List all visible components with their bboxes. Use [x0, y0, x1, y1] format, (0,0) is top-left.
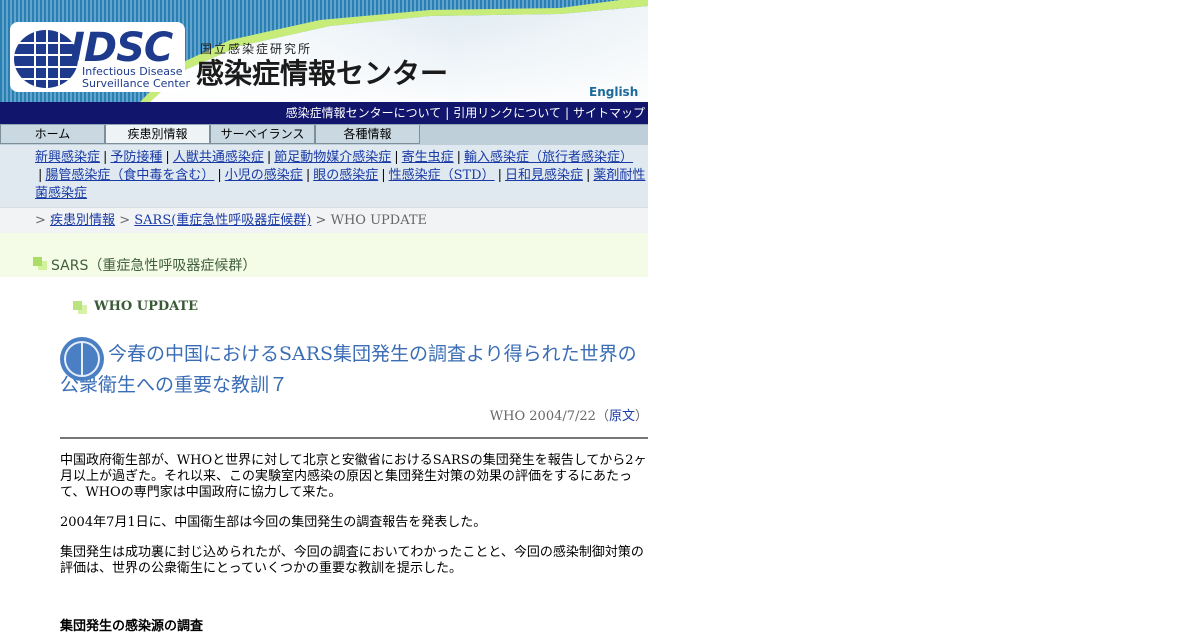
- paren-close: ）: [634, 409, 648, 424]
- category-separator: |: [165, 150, 170, 165]
- category-links: 新興感染症 | 予防接種 | 人獣共通感染症 | 節足動物媒介感染症 | 寄生虫症 | 輸入感染症（…: [0, 145, 648, 207]
- category-separator: |: [38, 168, 43, 183]
- paren-open: （: [595, 409, 609, 424]
- tab-surveillance[interactable]: サーベイランス: [210, 125, 315, 144]
- category-separator: |: [394, 150, 399, 165]
- section-bullet-icon: [33, 257, 42, 266]
- category-separator: |: [586, 168, 591, 183]
- top-link-about[interactable]: 感染症情報センターについて: [286, 106, 442, 120]
- category-link[interactable]: 人獣共通感染症: [173, 150, 264, 165]
- article-paragraph: 中国政府衛生部が、WHOと世界に対して北京と安徽省におけるSARSの集団発生を報…: [60, 453, 647, 500]
- category-link[interactable]: 節足動物媒介感染症: [274, 150, 391, 165]
- breadcrumb-separator: >: [119, 213, 131, 228]
- category-link[interactable]: 予防接種: [110, 150, 162, 165]
- original-text-link[interactable]: 原文: [609, 409, 635, 424]
- article-source: WHO 2004/7/22: [489, 409, 596, 424]
- english-link[interactable]: English: [589, 85, 638, 99]
- category-separator: |: [217, 168, 222, 183]
- article-heading: 集団発生の感染源の調査: [60, 619, 204, 634]
- category-separator: |: [266, 150, 272, 165]
- tab-disease-info[interactable]: 疾患別情報: [105, 125, 210, 144]
- breadcrumb: > 疾患別情報 > SARS(重症急性呼吸器症候群) > WHO UPDATE: [0, 207, 648, 233]
- article-body: 中国政府衛生部が、WHOと世界に対して北京と安徽省におけるSARSの集団発生を報…: [60, 453, 648, 635]
- subsection-header: WHO UPDATE: [0, 277, 648, 337]
- article-paragraph: 2004年7月1日に、中国衛生部は今回の集団発生の調査報告を発表した。: [60, 515, 487, 530]
- tab-home[interactable]: ホーム: [0, 125, 105, 144]
- logo-text[interactable]: IDSC: [70, 28, 173, 68]
- article-paragraph: 集団発生は成功裏に封じ込められたが、今回の調査においてわかったことと、今回の感染…: [60, 545, 644, 576]
- breadcrumb-link-sars[interactable]: SARS(重症急性呼吸器症候群): [134, 213, 311, 228]
- tab-various-info[interactable]: 各種情報: [315, 125, 420, 144]
- breadcrumb-current: WHO UPDATE: [330, 213, 428, 228]
- who-emblem-icon: [60, 337, 104, 381]
- category-separator: |: [497, 168, 502, 183]
- top-link-separator: |: [445, 106, 450, 120]
- category-link[interactable]: 眼の感染症: [313, 168, 378, 183]
- category-link[interactable]: 日和見感染症: [505, 168, 583, 183]
- category-link[interactable]: 寄生虫症: [402, 150, 454, 165]
- category-separator: |: [305, 168, 311, 183]
- subsection-bullet-icon: [73, 301, 82, 310]
- page: IDSC Infectious Disease Surveillance Cen…: [0, 0, 648, 635]
- subsection-title: WHO UPDATE: [94, 299, 199, 314]
- category-separator: |: [103, 150, 108, 165]
- center-name: 感染症情報センター: [196, 57, 449, 90]
- section-title: SARS（重症急性呼吸器症候群）: [51, 258, 257, 274]
- category-link[interactable]: 腸管感染症（食中毒を含む）: [45, 168, 214, 183]
- breadcrumb-link-disease-info[interactable]: 疾患別情報: [50, 213, 115, 228]
- top-link-sitemap[interactable]: サイトマップ: [573, 106, 648, 120]
- category-link[interactable]: 新興感染症: [35, 150, 100, 165]
- top-link-bar: 感染症情報センターについて | 引用リンクについて | サイトマップ: [0, 102, 648, 124]
- category-link[interactable]: 輸入感染症（旅行者感染症）: [464, 150, 633, 165]
- top-link-citation[interactable]: 引用リンクについて: [453, 106, 561, 120]
- breadcrumb-separator: >: [315, 213, 327, 228]
- divider: [60, 437, 648, 439]
- category-separator: |: [456, 150, 462, 165]
- main-tabs: ホーム 疾患別情報 サーベイランス 各種情報: [0, 124, 648, 145]
- article-dateline: WHO 2004/7/22（原文）: [60, 405, 648, 424]
- breadcrumb-separator: >: [35, 213, 46, 228]
- article-title: 今春の中国におけるSARS集団発生の調査より得られた世界の公衆衛生への重要な教訓…: [60, 343, 637, 396]
- logo-subtitle: Infectious Disease Surveillance Center: [82, 66, 190, 90]
- top-link-separator: |: [564, 106, 569, 120]
- article-headline: 今春の中国におけるSARS集団発生の調査より得られた世界の公衆衛生への重要な教訓…: [60, 337, 648, 401]
- globe-icon: [14, 30, 78, 88]
- category-separator: |: [381, 168, 386, 183]
- logo-subtitle-line-2: Surveillance Center: [82, 77, 190, 90]
- section-title-band: SARS（重症急性呼吸器症候群）: [0, 233, 648, 277]
- category-link[interactable]: 性感染症（STD）: [389, 168, 495, 183]
- header-banner: IDSC Infectious Disease Surveillance Cen…: [0, 0, 648, 102]
- category-link[interactable]: 小児の感染症: [225, 168, 303, 183]
